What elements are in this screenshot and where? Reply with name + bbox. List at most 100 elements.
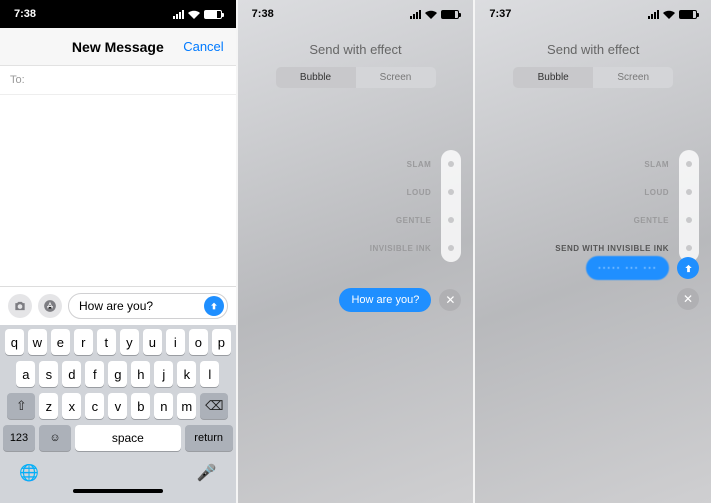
status-time: 7:37 xyxy=(489,8,511,20)
key-e[interactable]: e xyxy=(51,329,70,355)
effect-invisible[interactable]: INVISIBLE INK xyxy=(370,244,432,253)
effect-dot[interactable] xyxy=(448,245,454,251)
keyboard-row-2: asdfghjkl xyxy=(3,361,233,387)
key-j[interactable]: j xyxy=(154,361,173,387)
effect-slam[interactable]: SLAM xyxy=(407,160,432,169)
effect-segment: Bubble Screen xyxy=(513,67,673,88)
signal-icon xyxy=(648,10,659,19)
key-p[interactable]: p xyxy=(212,329,231,355)
effect-list: SLAM LOUD GENTLE SEND WITH INVISIBLE INK xyxy=(529,150,699,262)
send-effect-button[interactable] xyxy=(677,257,699,279)
effect-dot[interactable] xyxy=(448,189,454,195)
wifi-icon xyxy=(188,10,200,19)
message-input[interactable]: How are you? xyxy=(68,293,228,319)
close-row: ✕ xyxy=(677,288,699,310)
effect-dot[interactable] xyxy=(448,161,454,167)
tab-bubble[interactable]: Bubble xyxy=(276,67,356,88)
effect-invisible[interactable]: SEND WITH INVISIBLE INK xyxy=(555,244,669,253)
key-d[interactable]: d xyxy=(62,361,81,387)
key-n[interactable]: n xyxy=(154,393,173,419)
key-f[interactable]: f xyxy=(85,361,104,387)
key-k[interactable]: k xyxy=(177,361,196,387)
screen-new-message: 7:38 New Message Cancel To: How are you?… xyxy=(0,0,236,503)
key-m[interactable]: m xyxy=(177,393,196,419)
keyboard-footer: 🌐 🎤 xyxy=(3,457,233,483)
arrow-up-icon xyxy=(683,263,694,274)
close-button[interactable]: ✕ xyxy=(677,288,699,310)
keyboard-row-1: qwertyuiop xyxy=(3,329,233,355)
key-o[interactable]: o xyxy=(189,329,208,355)
key-w[interactable]: w xyxy=(28,329,47,355)
key-r[interactable]: r xyxy=(74,329,93,355)
return-key[interactable]: return xyxy=(185,425,233,451)
key-c[interactable]: c xyxy=(85,393,104,419)
home-indicator[interactable] xyxy=(73,489,163,493)
key-a[interactable]: a xyxy=(16,361,35,387)
compose-area xyxy=(0,95,236,286)
cancel-button[interactable]: Cancel xyxy=(183,39,223,54)
keyboard-row-4: 123 ☺ space return xyxy=(3,425,233,451)
space-key[interactable]: space xyxy=(75,425,181,451)
signal-icon xyxy=(410,10,421,19)
status-right xyxy=(173,10,222,19)
key-h[interactable]: h xyxy=(131,361,150,387)
key-t[interactable]: t xyxy=(97,329,116,355)
status-bar: 7:37 xyxy=(475,0,711,28)
camera-icon xyxy=(13,299,27,313)
effect-dot[interactable] xyxy=(686,189,692,195)
send-button[interactable] xyxy=(204,296,224,316)
effect-slam[interactable]: SLAM xyxy=(644,160,669,169)
page-title: New Message xyxy=(72,39,164,55)
battery-icon xyxy=(204,10,222,19)
shift-key[interactable]: ⇧ xyxy=(7,393,35,419)
tab-bubble[interactable]: Bubble xyxy=(513,67,593,88)
key-u[interactable]: u xyxy=(143,329,162,355)
message-input-row: How are you? xyxy=(0,286,236,325)
mic-icon[interactable]: 🎤 xyxy=(197,463,217,483)
status-bar: 7:38 xyxy=(0,0,236,28)
tab-screen[interactable]: Screen xyxy=(356,67,436,88)
status-time: 7:38 xyxy=(252,8,274,20)
key-b[interactable]: b xyxy=(131,393,150,419)
key-q[interactable]: q xyxy=(5,329,24,355)
effect-dot[interactable] xyxy=(686,161,692,167)
appstore-icon xyxy=(43,299,57,313)
message-bubble-invisible: ····· ··· ··· xyxy=(586,256,669,280)
battery-icon xyxy=(441,10,459,19)
battery-icon xyxy=(679,10,697,19)
camera-button[interactable] xyxy=(8,294,32,318)
wifi-icon xyxy=(663,10,675,19)
effect-background: 7:37 Send with effect Bubble Screen SLAM… xyxy=(475,0,711,503)
effect-gentle[interactable]: GENTLE xyxy=(634,216,669,225)
key-y[interactable]: y xyxy=(120,329,139,355)
status-time: 7:38 xyxy=(14,8,36,20)
effect-dot[interactable] xyxy=(686,245,692,251)
key-i[interactable]: i xyxy=(166,329,185,355)
message-bubble-row: ····· ··· ··· xyxy=(586,256,699,280)
key-z[interactable]: z xyxy=(39,393,58,419)
effect-list: SLAM LOUD GENTLE INVISIBLE INK xyxy=(291,150,461,262)
numbers-key[interactable]: 123 xyxy=(3,425,35,451)
effect-loud[interactable]: LOUD xyxy=(644,188,669,197)
nav-bar: New Message Cancel xyxy=(0,28,236,66)
tab-screen[interactable]: Screen xyxy=(593,67,673,88)
close-button[interactable]: ✕ xyxy=(439,289,461,311)
arrow-up-icon xyxy=(209,301,219,311)
key-g[interactable]: g xyxy=(108,361,127,387)
globe-icon[interactable]: 🌐 xyxy=(19,463,39,483)
backspace-key[interactable]: ⌫ xyxy=(200,393,228,419)
key-l[interactable]: l xyxy=(200,361,219,387)
effect-gentle[interactable]: GENTLE xyxy=(396,216,431,225)
emoji-key[interactable]: ☺ xyxy=(39,425,71,451)
effect-dot[interactable] xyxy=(686,217,692,223)
key-v[interactable]: v xyxy=(108,393,127,419)
apps-button[interactable] xyxy=(38,294,62,318)
effect-loud[interactable]: LOUD xyxy=(407,188,432,197)
key-s[interactable]: s xyxy=(39,361,58,387)
effect-dot[interactable] xyxy=(448,217,454,223)
key-x[interactable]: x xyxy=(62,393,81,419)
keyboard: qwertyuiop asdfghjkl ⇧ zxcvbnm ⌫ 123 ☺ s… xyxy=(0,325,236,503)
message-bubble-row: How are you? ✕ xyxy=(339,288,461,312)
keyboard-row-3: ⇧ zxcvbnm ⌫ xyxy=(3,393,233,419)
to-field[interactable]: To: xyxy=(0,66,236,95)
